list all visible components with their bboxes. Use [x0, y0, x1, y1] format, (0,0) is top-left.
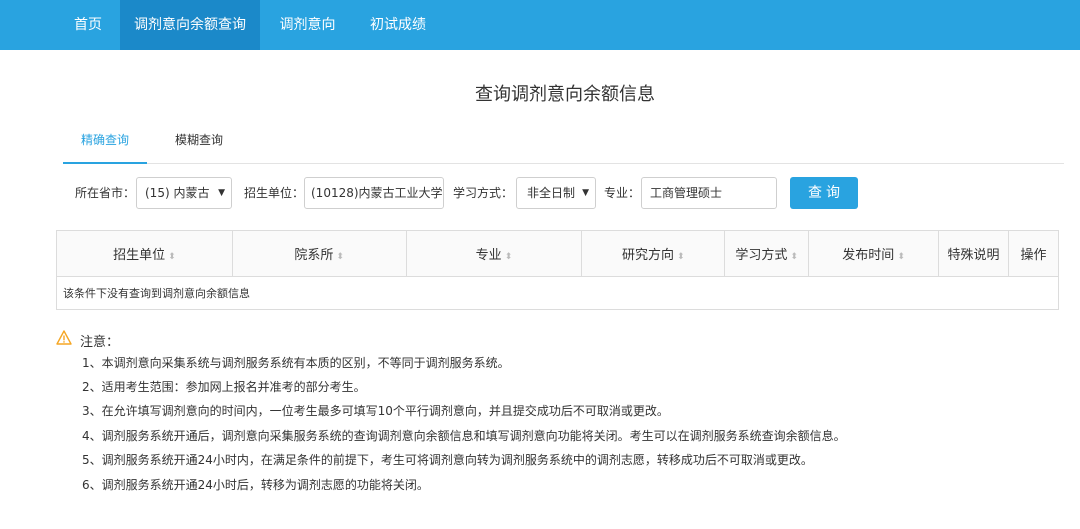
- table-header-row: 招生单位 ⬍ 院系所 ⬍ 专业 ⬍ 研究方向 ⬍ 学习方式 ⬍ 发布时间 ⬍ 特殊说明 操作: [56, 230, 1060, 277]
- query-tabs: 精确查询 模糊查询: [63, 122, 1064, 164]
- mode-label: 学习方式：: [453, 186, 514, 200]
- warning-icon: [56, 330, 72, 345]
- top-nav: 首页 调剂意向余额查询 调剂意向 初试成绩: [0, 0, 1080, 50]
- nav-item-scores[interactable]: 初试成绩: [358, 0, 438, 50]
- results-table: 招生单位 ⬍ 院系所 ⬍ 专业 ⬍ 研究方向 ⬍ 学习方式 ⬍ 发布时间 ⬍ 特殊说明 操作…: [56, 230, 1060, 310]
- col-header-unit[interactable]: 招生单位 ⬍: [56, 230, 233, 277]
- chevron-down-icon: ▼: [582, 188, 589, 198]
- sort-icon: ⬍: [897, 252, 905, 262]
- note-line: 2、适用考生范围：参加网上报名并准考的部分考生。: [82, 380, 366, 394]
- unit-value: (10128)内蒙古工业大学: [311, 186, 443, 200]
- major-value: 工商管理硕士: [650, 186, 723, 200]
- col-header-special-note: 特殊说明: [938, 230, 1009, 277]
- tab-fuzzy-query[interactable]: 模糊查询: [161, 122, 237, 164]
- empty-message: 该条件下没有查询到调剂意向余额信息: [56, 276, 1059, 310]
- nav-item-intention[interactable]: 调剂意向: [270, 0, 345, 50]
- table-row: 该条件下没有查询到调剂意向余额信息: [56, 276, 1059, 310]
- province-value: (15) 内蒙古: [145, 186, 210, 200]
- sort-icon: ⬍: [336, 252, 344, 262]
- note-line: 1、本调剂意向采集系统与调剂服务系统有本质的区别，不等同于调剂服务系统。: [82, 356, 510, 370]
- note-line: 4、调剂服务系统开通后，调剂意向采集服务系统的查询调剂意向余额信息和填写调剂意向…: [82, 429, 846, 443]
- sort-icon: ⬍: [168, 252, 176, 262]
- mode-value: 非全日制: [527, 186, 576, 200]
- col-header-department[interactable]: 院系所 ⬍: [231, 230, 407, 277]
- sort-icon: ⬍: [676, 252, 685, 262]
- col-header-mode[interactable]: 学习方式 ⬍: [724, 230, 810, 277]
- col-header-publish-time[interactable]: 发布时间 ⬍: [808, 230, 940, 277]
- mode-select[interactable]: 非全日制 ▼: [516, 177, 596, 209]
- note-line: 3、在允许填写调剂意向的时间内，一位考生最多可填写10个平行调剂意向，并且提交成…: [82, 404, 669, 418]
- unit-label: 招生单位：: [244, 186, 305, 200]
- province-label: 所在省市：: [75, 186, 136, 200]
- unit-field[interactable]: (10128)内蒙古工业大学: [304, 177, 444, 209]
- major-input[interactable]: 工商管理硕士: [641, 177, 777, 209]
- nav-item-balance-query[interactable]: 调剂意向余额查询: [120, 0, 260, 50]
- major-label: 专业：: [604, 186, 641, 200]
- sort-icon: ⬍: [790, 252, 798, 262]
- chevron-down-icon: ▼: [218, 188, 225, 198]
- sort-icon: ⬍: [504, 252, 513, 262]
- col-header-action: 操作: [1007, 230, 1060, 277]
- province-select[interactable]: (15) 内蒙古 ▼: [136, 177, 232, 209]
- page-title: 查询调剂意向余额信息: [475, 84, 655, 105]
- col-header-major[interactable]: 专业 ⬍: [405, 230, 583, 277]
- col-header-direction[interactable]: 研究方向 ⬍: [581, 230, 726, 277]
- search-button[interactable]: 查询: [790, 177, 858, 209]
- tab-exact-query[interactable]: 精确查询: [63, 122, 147, 164]
- notes-title: 注意：: [80, 335, 120, 350]
- note-line: 5、调剂服务系统开通24小时内，在满足条件的前提下，考生可将调剂意向转为调剂服务…: [82, 453, 813, 467]
- nav-item-home[interactable]: 首页: [63, 0, 113, 50]
- note-line: 6、调剂服务系统开通24小时后，转移为调剂志愿的功能将关闭。: [82, 478, 429, 492]
